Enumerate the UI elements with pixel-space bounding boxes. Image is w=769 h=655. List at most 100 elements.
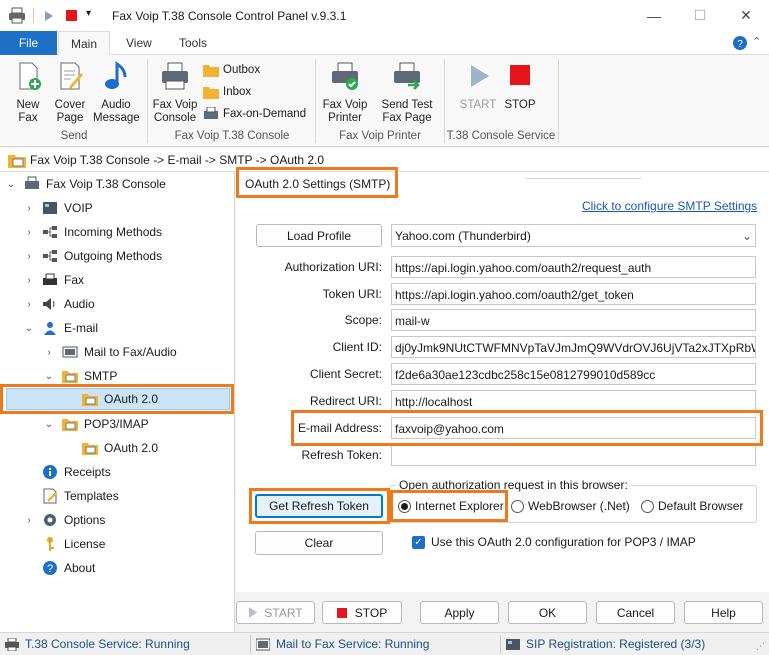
tree-item-email[interactable]: ⌄ E-mail: [24, 316, 98, 340]
tree-item-templates[interactable]: Templates: [42, 484, 119, 508]
tree-item-smtp[interactable]: ⌄ SMTP: [44, 364, 117, 388]
load-profile-button[interactable]: Load Profile: [256, 224, 382, 247]
audio-message-button[interactable]: Audio Message: [93, 61, 140, 125]
tab-tools[interactable]: Tools: [167, 31, 219, 55]
get-refresh-token-button[interactable]: Get Refresh Token: [255, 494, 383, 518]
tree-item-options[interactable]: › Options: [24, 508, 105, 532]
apply-button[interactable]: Apply: [420, 601, 499, 624]
profile-select[interactable]: Yahoo.com (Thunderbird) ⌄: [391, 224, 756, 247]
token-uri-field[interactable]: https://api.login.yahoo.com/oauth2/get_t…: [391, 283, 756, 305]
radio-button[interactable]: [511, 499, 524, 513]
chevron-right-icon[interactable]: ›: [24, 299, 34, 310]
refresh-token-field[interactable]: [391, 444, 756, 466]
fax-voip-printer-button[interactable]: Fax Voip Printer: [320, 61, 370, 125]
network-icon: [43, 250, 57, 262]
ribbon-separator: [147, 59, 148, 143]
tree-item-outgoing-methods[interactable]: › Outgoing Methods: [24, 244, 162, 268]
new-fax-button[interactable]: New Fax: [8, 61, 48, 125]
redirect-uri-field[interactable]: http://localhost: [391, 390, 756, 412]
chevron-right-icon[interactable]: ›: [24, 227, 34, 238]
service-start-button[interactable]: START: [458, 61, 498, 112]
radio-button-selected[interactable]: [398, 499, 411, 513]
email-folder-icon: [62, 419, 78, 431]
collapse-ribbon-icon[interactable]: ⌃: [752, 35, 761, 48]
tree-item-root[interactable]: ⌄ Fax Voip T.38 Console: [6, 172, 166, 196]
radio-default-browser[interactable]: Default Browser: [641, 499, 743, 513]
clear-button[interactable]: Clear: [255, 531, 383, 555]
audio-message-label: Audio Message: [93, 99, 140, 124]
window-title: Fax Voip T.38 Console Control Panel v.9.…: [112, 9, 347, 23]
tab-main[interactable]: Main: [58, 31, 111, 56]
scope-field[interactable]: mail-w: [391, 309, 756, 331]
client-id-field[interactable]: dj0yJmk9NUtCTWFMNVpTaVJmJmQ9WVdrOVJ6UjVT…: [391, 336, 756, 358]
fax-voip-console-button[interactable]: Fax Voip Console: [152, 61, 198, 125]
play-icon[interactable]: [44, 10, 54, 22]
radio-button[interactable]: [641, 499, 654, 513]
quick-access-dropdown[interactable]: ▾: [86, 8, 91, 19]
fax-machine-icon: [162, 62, 188, 90]
chevron-down-icon[interactable]: ⌄: [24, 323, 34, 334]
chevron-right-icon[interactable]: ›: [24, 203, 34, 214]
chevron-down-icon[interactable]: ⌄: [44, 371, 54, 382]
breadcrumb: Fax Voip T.38 Console -> E-mail -> SMTP …: [0, 148, 769, 172]
configure-smtp-link[interactable]: Click to configure SMTP Settings: [582, 199, 757, 213]
gear-icon: [44, 514, 56, 526]
tree-item-incoming-methods[interactable]: › Incoming Methods: [24, 220, 162, 244]
client-secret-field[interactable]: f2de6a30ae123cdbc258c15e0812799010d589cc: [391, 363, 756, 385]
resize-grip-icon[interactable]: ⋰: [756, 641, 765, 652]
ok-button[interactable]: OK: [508, 601, 587, 624]
voip-phone-icon: [43, 202, 57, 214]
use-for-pop3-checkbox[interactable]: ✓ Use this OAuth 2.0 configuration for P…: [412, 535, 696, 549]
mail-fax-icon: [256, 638, 270, 650]
checkbox-checked-icon[interactable]: ✓: [412, 535, 425, 549]
chevron-right-icon[interactable]: ›: [24, 275, 34, 286]
title-bar: ▾ Fax Voip T.38 Console Control Panel v.…: [0, 0, 769, 31]
help-icon[interactable]: ?: [733, 36, 747, 50]
outbox-button[interactable]: Outbox: [203, 63, 260, 77]
tree-item-voip[interactable]: › VOIP: [24, 196, 92, 220]
auth-uri-field[interactable]: https://api.login.yahoo.com/oauth2/reque…: [391, 256, 756, 278]
chevron-down-icon[interactable]: ⌄: [44, 419, 54, 430]
tree-item-oauth-pop3[interactable]: OAuth 2.0: [82, 436, 158, 460]
printer-group-label: Fax Voip Printer: [339, 130, 421, 142]
service-stop-button[interactable]: STOP: [502, 61, 538, 112]
redirect-uri-label: Redirect URI:: [309, 394, 382, 408]
tree-item-pop3-imap[interactable]: ⌄ POP3/IMAP: [44, 412, 149, 436]
send-test-fax-button[interactable]: Send Test Fax Page: [380, 61, 434, 125]
stop-icon[interactable]: [66, 10, 77, 21]
email-field[interactable]: faxvoip@yahoo.com: [391, 417, 756, 439]
tree-item-mail-to-fax[interactable]: › Mail to Fax/Audio: [44, 340, 176, 364]
bottom-stop-button[interactable]: STOP: [322, 601, 402, 624]
sip-phone-icon: [506, 638, 520, 650]
status-bar: T.38 Console Service: Running Mail to Fa…: [0, 632, 769, 655]
tree-item-oauth-smtp[interactable]: OAuth 2.0: [82, 387, 158, 411]
tree-item-receipts[interactable]: Receipts: [42, 460, 111, 484]
minimize-button[interactable]: —: [631, 0, 677, 31]
maximize-button[interactable]: ☐: [677, 0, 723, 31]
tab-file[interactable]: File: [0, 31, 57, 55]
bottom-button-bar: START STOP Apply OK Cancel Help: [236, 592, 769, 632]
tree-item-license[interactable]: License: [42, 532, 105, 556]
chevron-right-icon[interactable]: ›: [44, 347, 54, 358]
help-button[interactable]: Help: [684, 601, 763, 624]
fax-on-demand-button[interactable]: Fax-on-Demand: [203, 107, 306, 121]
tree-item-fax[interactable]: › Fax: [24, 268, 84, 292]
radio-webbrowser-net[interactable]: WebBrowser (.Net): [511, 499, 630, 513]
chevron-right-icon[interactable]: ›: [24, 251, 34, 262]
tree-item-about[interactable]: ? About: [42, 556, 95, 580]
cover-page-button[interactable]: Cover Page: [52, 61, 88, 125]
chevron-down-icon[interactable]: ⌄: [6, 179, 16, 190]
tab-view[interactable]: View: [114, 31, 164, 55]
folder-icon: [203, 87, 219, 99]
radio-internet-explorer[interactable]: Internet Explorer: [398, 499, 504, 513]
bottom-start-button[interactable]: START: [236, 601, 315, 624]
close-button[interactable]: ✕: [723, 0, 769, 31]
app-printer-icon: [9, 7, 25, 24]
cancel-button[interactable]: Cancel: [596, 601, 675, 624]
chevron-right-icon[interactable]: ›: [24, 515, 34, 526]
stop-label: STOP: [354, 605, 388, 620]
email-folder-icon: [8, 155, 26, 168]
inbox-button[interactable]: Inbox: [203, 85, 251, 99]
tree-item-audio[interactable]: › Audio: [24, 292, 94, 316]
key-icon: [47, 537, 54, 551]
